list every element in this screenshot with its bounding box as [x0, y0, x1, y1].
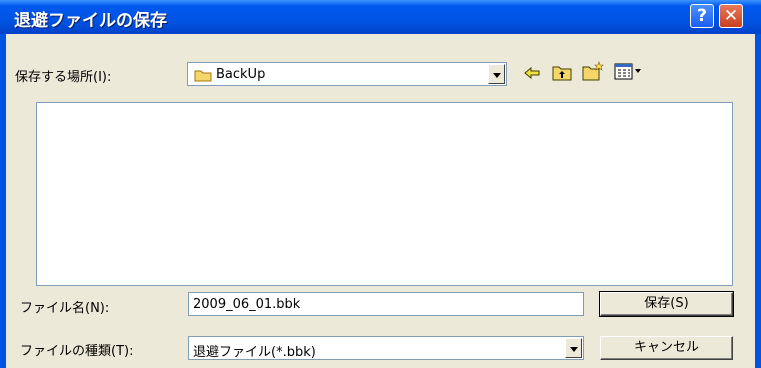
save-button[interactable]: 保存(S): [599, 291, 734, 317]
back-arrow-icon[interactable]: [523, 65, 541, 81]
new-folder-icon[interactable]: [582, 61, 604, 81]
filetype-value: 退避ファイル(*.bbk): [193, 345, 316, 360]
filename-value: 2009_06_01.bbk: [193, 297, 301, 312]
filetype-label: ファイルの種類(T):: [20, 344, 134, 359]
save-in-value: BackUp: [216, 67, 266, 82]
cancel-button[interactable]: キャンセル: [600, 336, 733, 360]
filename-input[interactable]: 2009_06_01.bbk: [188, 292, 584, 316]
save-in-dropdown-arrow[interactable]: [488, 64, 505, 84]
file-list-view[interactable]: [36, 102, 733, 286]
filename-label: ファイル名(N):: [20, 301, 110, 316]
dialog-body: 保存する場所(I): BackUp ファイル名(N): 2009_06_01.b…: [6, 34, 755, 368]
dialog-title: 退避ファイルの保存: [14, 11, 167, 31]
up-folder-icon[interactable]: [552, 64, 572, 81]
view-menu-icon[interactable]: [614, 63, 642, 81]
save-dialog-window: 退避ファイルの保存 ? ✕ 保存する場所(I): BackUp ファイル名(N)…: [0, 0, 761, 368]
save-in-dropdown[interactable]: BackUp: [187, 62, 507, 86]
filetype-dropdown-arrow[interactable]: [565, 338, 582, 358]
close-button[interactable]: ✕: [719, 4, 743, 28]
folder-icon: [194, 70, 212, 82]
save-in-label: 保存する場所(I):: [15, 70, 112, 85]
title-bar[interactable]: 退避ファイルの保存 ? ✕: [0, 0, 761, 34]
help-button[interactable]: ?: [690, 4, 714, 28]
filetype-dropdown[interactable]: 退避ファイル(*.bbk): [188, 336, 584, 360]
